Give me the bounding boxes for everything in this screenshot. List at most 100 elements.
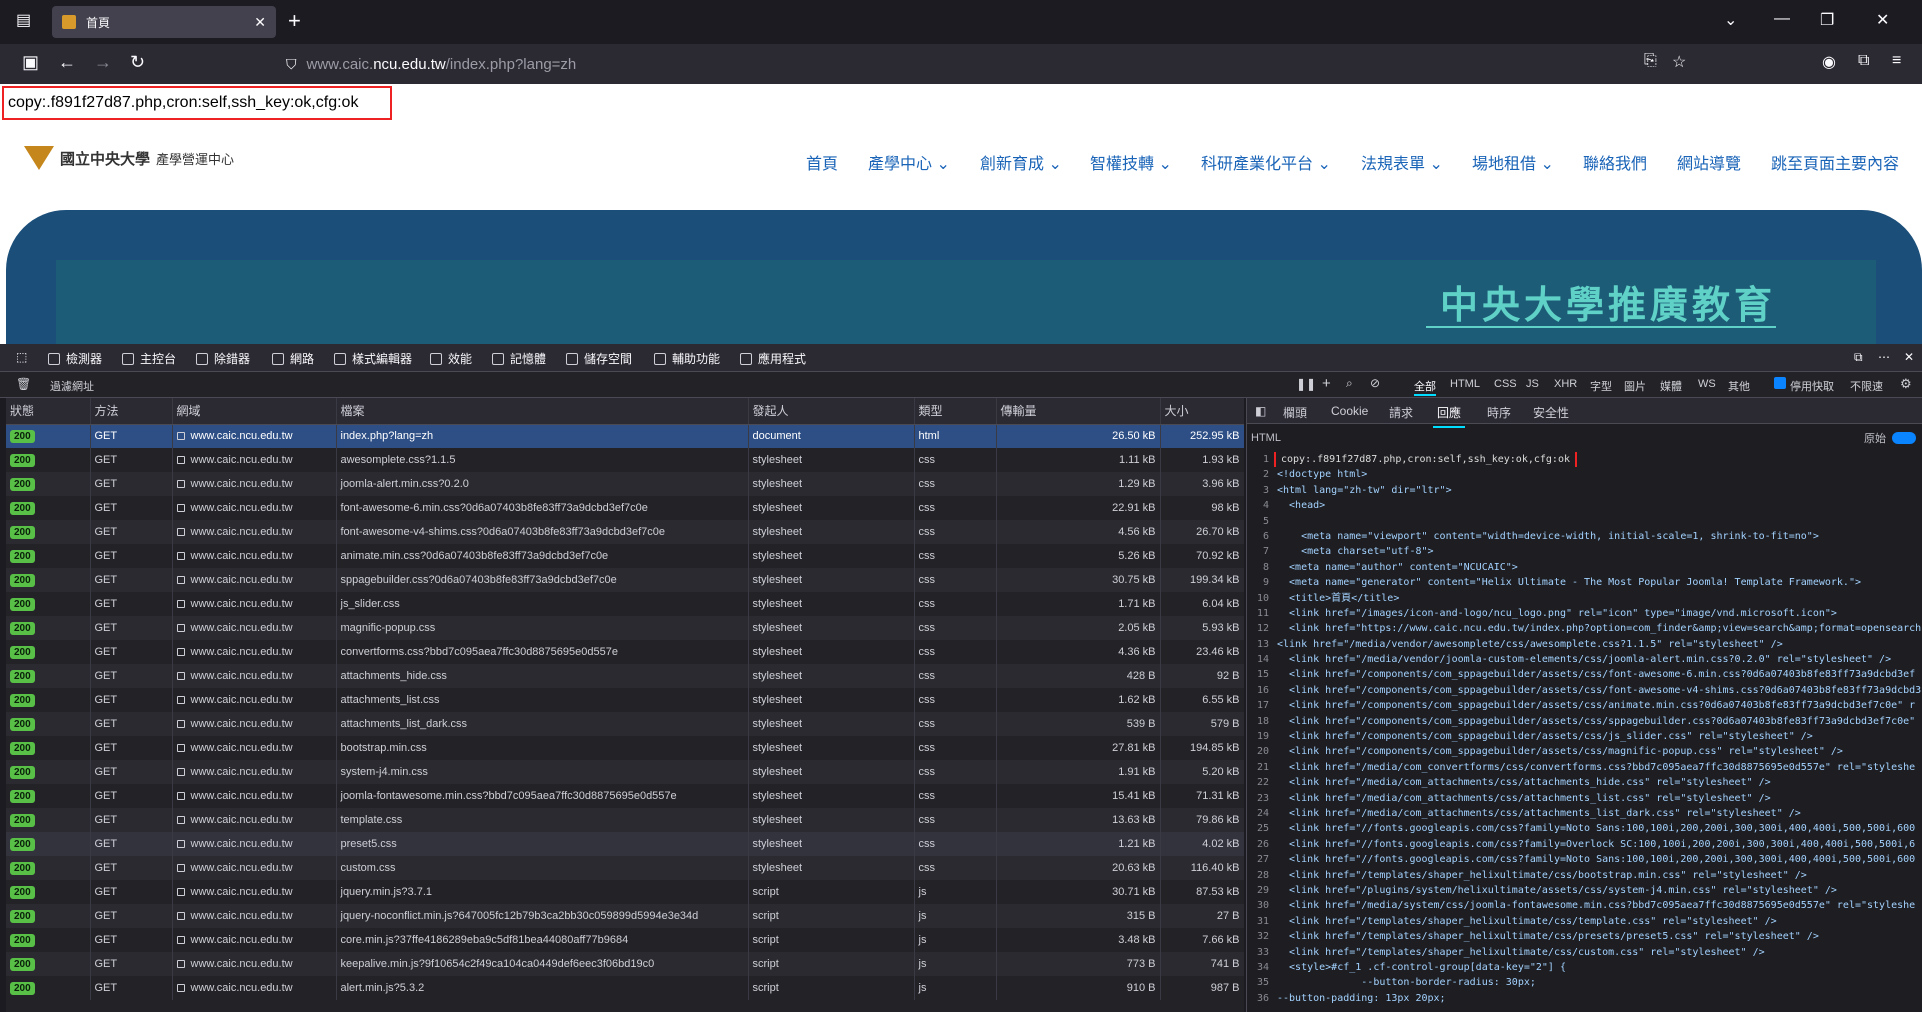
tab-list-icon[interactable]: ▤ (16, 10, 31, 30)
add-icon[interactable]: + (1322, 375, 1331, 392)
panel-icon[interactable]: ◧ (1255, 404, 1266, 418)
bookmark-star-icon[interactable]: ☆ (1672, 52, 1686, 72)
table-row[interactable]: 200 GET www.caic.ncu.edu.tw bootstrap.min.c… (6, 736, 1244, 760)
tab-cookies[interactable]: Cookie (1331, 404, 1368, 418)
extensions-icon[interactable]: ⧉ (1858, 52, 1869, 70)
menu-incubation[interactable]: 創新育成 ⌄ (980, 150, 1062, 174)
filter-xhr[interactable]: XHR (1554, 378, 1577, 390)
column-type[interactable]: 類型 (914, 398, 997, 425)
menu-ip-transfer[interactable]: 智權技轉 ⌄ (1090, 150, 1172, 174)
devtools-tab-console[interactable]: 主控台 (122, 350, 176, 367)
devtools-tab-application[interactable]: 應用程式 (740, 350, 806, 367)
menu-skip-to-content[interactable]: 跳至頁面主要內容 (1771, 150, 1899, 174)
forward-button[interactable]: → (94, 52, 112, 73)
devtools-tab-storage[interactable]: 儲存空間 (566, 350, 632, 367)
menu-industry-center[interactable]: 產學中心 ⌄ (868, 150, 950, 174)
table-row[interactable]: 200 GET www.caic.ncu.edu.tw jquery-noconfli… (6, 904, 1244, 928)
tab-request[interactable]: 請求 (1389, 404, 1413, 421)
table-row[interactable]: 200 GET www.caic.ncu.edu.tw animate.min.css… (6, 544, 1244, 568)
account-icon[interactable]: ◉ (1822, 52, 1836, 72)
tab-headers[interactable]: 欄頭 (1283, 404, 1307, 421)
menu-icon[interactable]: ≡ (1892, 52, 1901, 70)
menu-sitemap[interactable]: 網站導覽 (1677, 150, 1741, 174)
filter-ws[interactable]: WS (1698, 378, 1716, 390)
table-row[interactable]: 200 GET www.caic.ncu.edu.tw convertforms.cs… (6, 640, 1244, 664)
dock-icon[interactable]: ⧉ (1854, 350, 1863, 365)
filter-other[interactable]: 其他 (1728, 378, 1750, 394)
column-size[interactable]: 大小 (1160, 398, 1244, 425)
table-row[interactable]: 200 GET www.caic.ncu.edu.tw sppagebuilder.c… (6, 568, 1244, 592)
menu-regulations[interactable]: 法規表單 ⌄ (1361, 150, 1443, 174)
tab-response[interactable]: 回應 (1432, 404, 1466, 428)
table-row[interactable]: 200 GET www.caic.ncu.edu.tw custom.css style… (6, 856, 1244, 880)
filter-js[interactable]: JS (1526, 378, 1539, 390)
minimize-button[interactable]: — (1774, 10, 1790, 28)
table-row[interactable]: 200 GET www.caic.ncu.edu.tw joomla-alert.mi… (6, 472, 1244, 496)
filter-images[interactable]: 圖片 (1624, 378, 1646, 394)
more-options-icon[interactable]: ⋯ (1878, 350, 1890, 364)
chevron-down-icon[interactable]: ⌄ (1724, 10, 1737, 30)
devtools-tab-inspector[interactable]: 檢測器 (48, 350, 102, 367)
table-row[interactable]: 200 GET www.caic.ncu.edu.tw alert.min.js?5.… (6, 976, 1244, 1000)
disable-cache-checkbox[interactable] (1774, 377, 1786, 389)
table-row[interactable]: 200 GET www.caic.ncu.edu.tw js_slider.css st… (6, 592, 1244, 616)
menu-research-platform[interactable]: 科研產業化平台 ⌄ (1201, 150, 1331, 174)
tab-timings[interactable]: 時序 (1487, 404, 1511, 421)
element-picker-icon[interactable]: ⬚ (16, 350, 27, 364)
tab-security[interactable]: 安全性 (1533, 404, 1569, 421)
filter-all[interactable]: 全部 (1414, 378, 1436, 396)
devtools-tab-debugger[interactable]: 除錯器 (196, 350, 250, 367)
table-row[interactable]: 200 GET www.caic.ncu.edu.tw font-awesome-6.… (6, 496, 1244, 520)
filter-html[interactable]: HTML (1450, 378, 1480, 390)
filter-urls-input[interactable]: 過濾網址 (50, 378, 94, 394)
shield-icon[interactable]: ⛉ (286, 56, 297, 73)
filter-media[interactable]: 媒體 (1660, 378, 1682, 394)
column-transferred[interactable]: 傳輸量 (996, 398, 1161, 425)
devtools-tab-memory[interactable]: 記憶體 (492, 350, 546, 367)
devtools-tab-style-editor[interactable]: 樣式編輯器 (334, 350, 412, 367)
reload-button[interactable]: ↻ (130, 52, 145, 73)
filter-css[interactable]: CSS (1494, 378, 1517, 390)
filter-fonts[interactable]: 字型 (1590, 378, 1612, 394)
settings-gear-icon[interactable]: ⚙ (1900, 376, 1912, 392)
menu-home[interactable]: 首頁 (806, 150, 838, 174)
column-initiator[interactable]: 發起人 (748, 398, 915, 425)
raw-switch[interactable] (1892, 432, 1916, 444)
menu-contact[interactable]: 聯絡我們 (1583, 150, 1647, 174)
reader-view-icon[interactable]: ⎘ (1644, 52, 1657, 70)
column-status[interactable]: 狀態 (6, 398, 91, 425)
browser-tab-active[interactable]: 首頁 ✕ (52, 6, 276, 38)
back-button[interactable]: ← (58, 52, 76, 73)
table-row[interactable]: 200 GET www.caic.ncu.edu.tw awesomplete.css… (6, 448, 1244, 472)
site-logo[interactable]: 國立中央大學 產學營運中心 (24, 146, 234, 170)
throttle-select[interactable]: 不限速 (1850, 378, 1883, 394)
sidebar-icon[interactable]: ▣ (22, 52, 39, 73)
table-row[interactable]: 200 GET www.caic.ncu.edu.tw magnific-popup.… (6, 616, 1244, 640)
menu-venue-rental[interactable]: 場地租借 ⌄ (1472, 150, 1554, 174)
table-row[interactable]: 200 GET www.caic.ncu.edu.tw core.min.js?37f… (6, 928, 1244, 952)
devtools-tab-accessibility[interactable]: 輔助功能 (654, 350, 720, 367)
devtools-tab-performance[interactable]: 效能 (430, 350, 472, 367)
hero-banner[interactable]: 中央大學推廣教育 (56, 260, 1876, 344)
table-row[interactable]: 200 GET www.caic.ncu.edu.tw keepalive.min.j… (6, 952, 1244, 976)
address-bar[interactable]: ⛉ www.caic.ncu.edu.tw/index.php?lang=zh (276, 48, 1696, 80)
table-row[interactable]: 200 GET www.caic.ncu.edu.tw index.php?lang=… (6, 424, 1244, 448)
table-row[interactable]: 200 GET www.caic.ncu.edu.tw attachments_lis… (6, 712, 1244, 736)
column-method[interactable]: 方法 (90, 398, 173, 425)
new-tab-button[interactable]: + (288, 8, 301, 34)
close-devtools-icon[interactable]: ✕ (1904, 350, 1914, 364)
devtools-tab-network[interactable]: 網路 (263, 350, 321, 374)
table-row[interactable]: 200 GET www.caic.ncu.edu.tw joomla-fontawes… (6, 784, 1244, 808)
table-row[interactable]: 200 GET www.caic.ncu.edu.tw system-j4.min.c… (6, 760, 1244, 784)
close-window-button[interactable]: ✕ (1876, 10, 1889, 30)
table-row[interactable]: 200 GET www.caic.ncu.edu.tw attachments_lis… (6, 688, 1244, 712)
column-file[interactable]: 檔案 (336, 398, 749, 425)
restore-button[interactable]: ❐ (1820, 10, 1834, 30)
table-row[interactable]: 200 GET www.caic.ncu.edu.tw font-awesome-v4… (6, 520, 1244, 544)
search-icon[interactable]: ⌕ (1346, 376, 1353, 391)
table-row[interactable]: 200 GET www.caic.ncu.edu.tw attachments_hid… (6, 664, 1244, 688)
trash-icon[interactable]: 🗑 (16, 377, 31, 391)
block-icon[interactable]: ⊘ (1370, 376, 1380, 390)
pause-icon[interactable]: ❚❚ (1296, 377, 1316, 391)
table-row[interactable]: 200 GET www.caic.ncu.edu.tw preset5.css styl… (6, 832, 1244, 856)
